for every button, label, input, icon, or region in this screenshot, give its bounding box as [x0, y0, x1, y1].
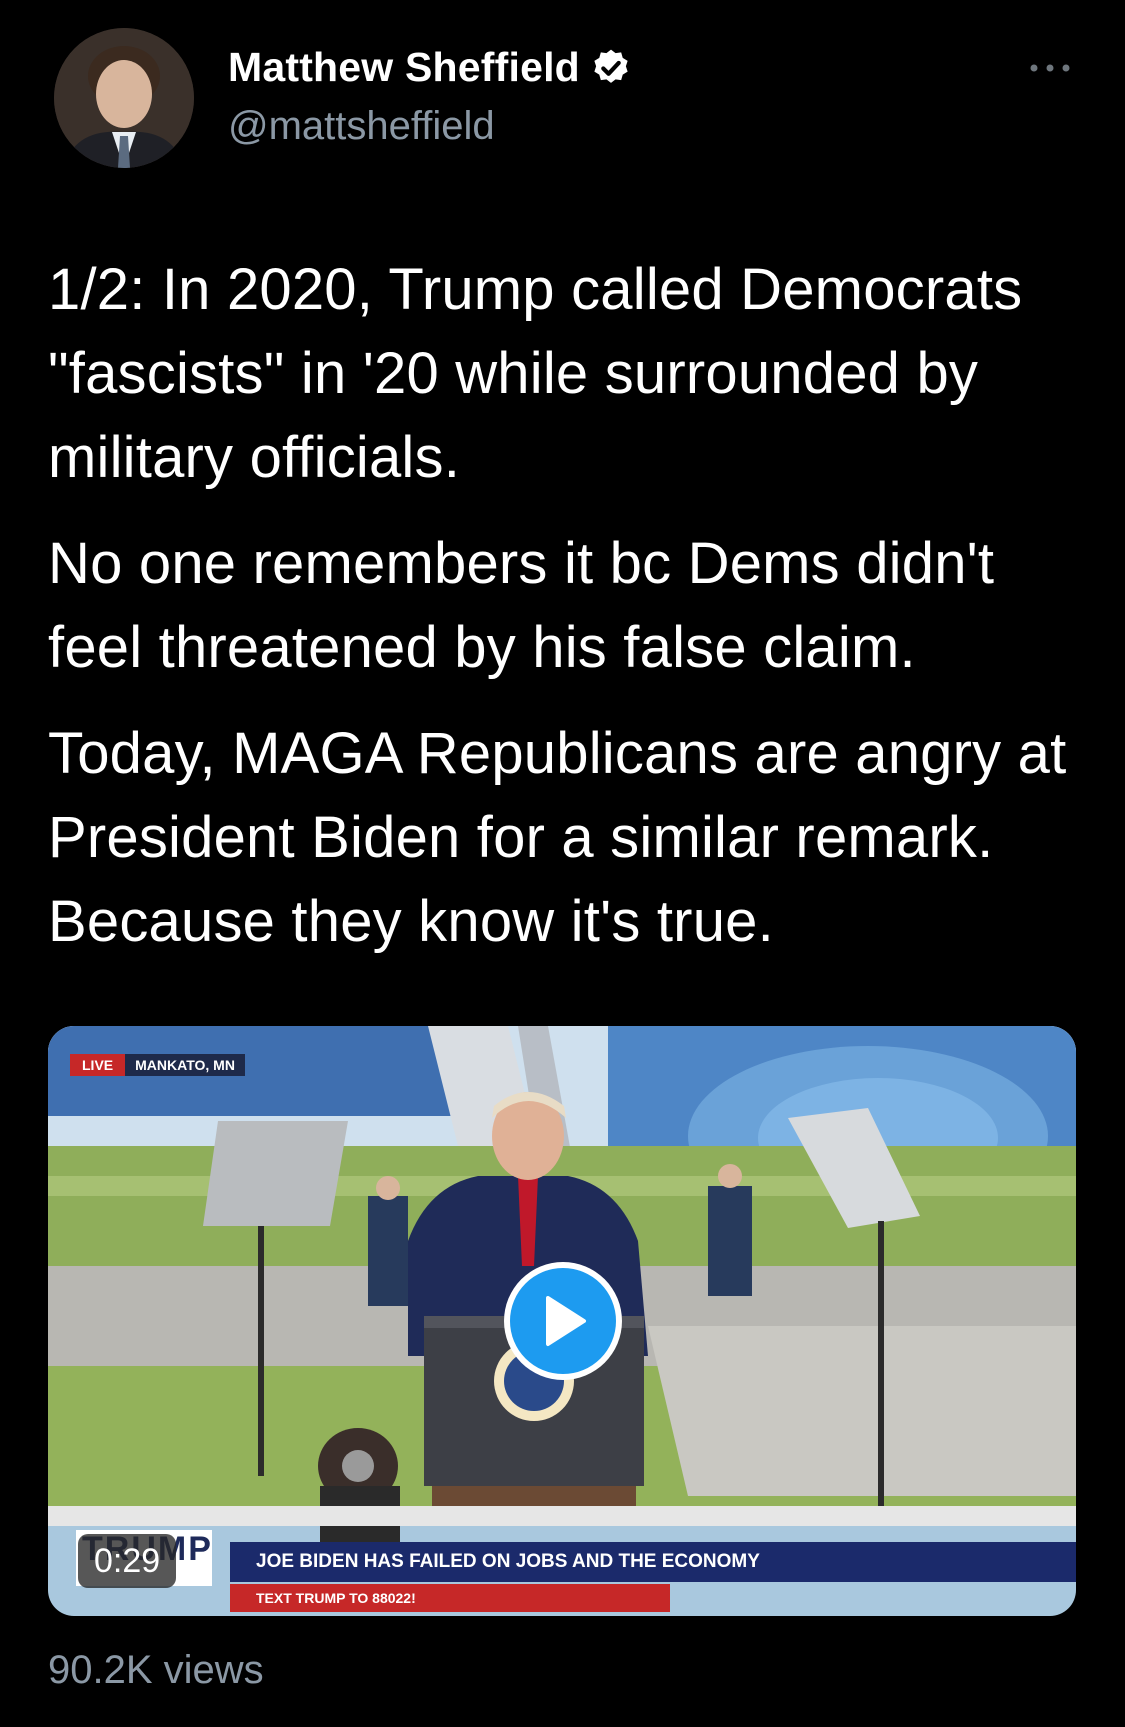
author-handle[interactable]: @mattsheffield	[228, 104, 495, 149]
verified-badge-icon	[594, 49, 628, 83]
tweet-paragraph: Today, MAGA Republicans are angry at Pre…	[48, 721, 1067, 954]
location-label: MANKATO, MN	[125, 1054, 245, 1076]
video-lower-third: TRUMP JOE BIDEN HAS FAILED ON JOBS AND T…	[48, 1514, 1076, 1616]
tweet-paragraph: No one remembers it bc Dems didn't feel …	[48, 531, 995, 680]
avatar-image	[54, 28, 194, 168]
headline-text: JOE BIDEN HAS FAILED ON JOBS AND THE ECO…	[256, 1551, 760, 1572]
live-badge: LIVE MANKATO, MN	[70, 1054, 245, 1076]
play-icon	[546, 1296, 586, 1346]
author-name-row: Matthew Sheffield	[228, 44, 632, 91]
live-label: LIVE	[70, 1054, 126, 1076]
play-button[interactable]	[504, 1262, 622, 1380]
more-options-icon[interactable]	[1028, 56, 1072, 80]
avatar[interactable]	[54, 28, 194, 168]
tweet-text: 1/2: In 2020, Trump called Democrats "fa…	[48, 248, 1088, 986]
view-count: 90.2K views	[48, 1648, 264, 1692]
author-name[interactable]: Matthew Sheffield	[228, 44, 580, 91]
subline-text: TEXT TRUMP TO 88022!	[256, 1590, 416, 1606]
video-player[interactable]: LIVE MANKATO, MN TRUMP JOE BIDEN HAS FAI…	[48, 1026, 1076, 1616]
video-duration: 0:29	[78, 1534, 177, 1588]
tweet-header: Matthew Sheffield @mattsheffield	[0, 0, 1125, 200]
subline-bar: TEXT TRUMP TO 88022!	[230, 1584, 670, 1612]
headline-bar: JOE BIDEN HAS FAILED ON JOBS AND THE ECO…	[230, 1542, 1076, 1582]
tweet-paragraph: 1/2: In 2020, Trump called Democrats "fa…	[48, 257, 1023, 490]
